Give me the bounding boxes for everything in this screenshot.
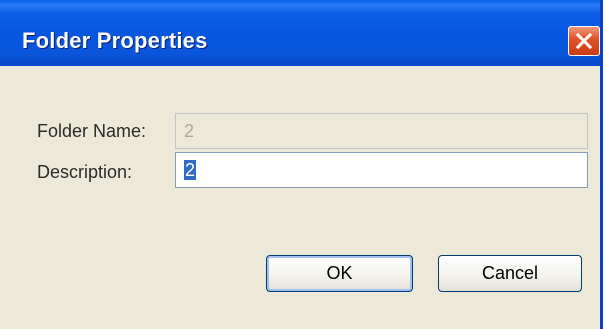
description-value: 2 bbox=[184, 160, 197, 180]
folder-name-label: Folder Name: bbox=[37, 121, 147, 141]
ok-button[interactable]: OK bbox=[266, 255, 413, 292]
dialog-title: Folder Properties bbox=[22, 28, 208, 53]
description-label: Description: bbox=[37, 162, 133, 182]
folder-name-field: 2 bbox=[175, 113, 588, 149]
close-button[interactable] bbox=[568, 26, 600, 56]
folder-properties-dialog: Folder Properties Folder Name: 2 Descrip… bbox=[0, 0, 603, 329]
folder-name-value: 2 bbox=[184, 121, 195, 141]
title-bar[interactable]: Folder Properties bbox=[0, 0, 600, 66]
description-field[interactable]: 2 bbox=[175, 152, 588, 188]
cancel-button[interactable]: Cancel bbox=[438, 255, 582, 292]
close-icon bbox=[575, 32, 593, 50]
